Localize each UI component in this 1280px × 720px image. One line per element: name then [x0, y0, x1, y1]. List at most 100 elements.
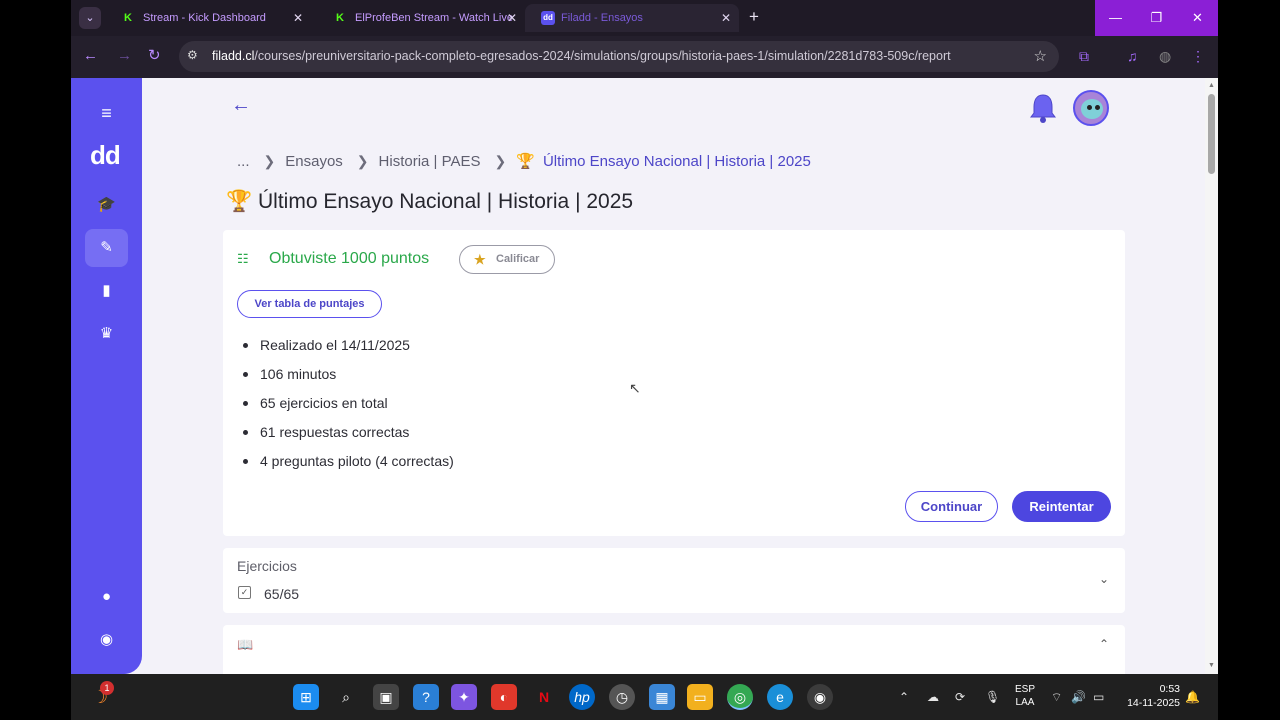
breadcrumb-item-ensayos[interactable]: Ensayos	[285, 153, 343, 170]
store-icon[interactable]: ▦	[649, 684, 675, 710]
taskbar: ☽ 1 ⊞ ⌕ ▣ ? ✦ ◐ N hp ◷ ▦ ▭ ◎ e ◉ ⌃ ☁ ⟳ 🎙…	[71, 674, 1218, 720]
hp-icon[interactable]: hp	[569, 684, 595, 710]
task-view-icon[interactable]: ▣	[373, 684, 399, 710]
address-bar[interactable]: ⚙ filadd.cl/courses/preuniversitario-pac…	[179, 41, 1059, 72]
notifications-bell-icon[interactable]: 🔔	[1185, 690, 1200, 704]
help-app-icon[interactable]: ?	[413, 684, 439, 710]
result-facts-list: Realizado el 14/11/2025 106 minutos 65 e…	[241, 336, 454, 481]
site-info-icon[interactable]: ⚙	[187, 48, 198, 62]
tab-title: Filadd - Ensayos	[561, 12, 643, 24]
browser-titlebar: ⌄ K Stream - Kick Dashboard ✕ K ElProfeB…	[71, 0, 1218, 36]
exercises-count: 65/65	[264, 586, 300, 602]
chrome-icon[interactable]: ◎	[727, 684, 753, 710]
exercises-card[interactable]: Ejercicios ✓ 65/65 ⌄	[223, 548, 1125, 613]
wifi-icon[interactable]: ⌔	[1051, 690, 1062, 705]
tab-kick-dashboard[interactable]: K Stream - Kick Dashboard ✕	[99, 4, 311, 32]
crown-icon[interactable]: ♛	[85, 315, 128, 353]
score-table-button[interactable]: Ver tabla de puntajes	[237, 290, 382, 318]
tab-elprofeben-stream[interactable]: K ElProfeBen Stream - Watch Live ✕	[311, 4, 525, 32]
tray-overflow-icon[interactable]: ⌃	[899, 690, 909, 704]
mouse-cursor-icon: ↖	[629, 380, 641, 396]
close-icon[interactable]: ✕	[721, 4, 731, 32]
chevron-right-icon: ❯	[494, 152, 507, 169]
filadd-logo: dd	[90, 140, 121, 170]
copilot-icon[interactable]: ✦	[451, 684, 477, 710]
close-icon[interactable]: ✕	[507, 4, 517, 32]
photos-app-icon[interactable]: ◐	[491, 684, 517, 710]
notification-bell-icon[interactable]	[1028, 92, 1058, 124]
clipboard-icon[interactable]: ▮	[85, 272, 128, 310]
forward-icon[interactable]: →	[117, 46, 132, 66]
media-icon[interactable]: ♫	[1127, 48, 1138, 64]
bookmark-star-icon[interactable]: ☆	[1034, 47, 1047, 65]
page-title: 🏆 Último Ensayo Nacional | Historia | 20…	[226, 190, 634, 213]
continue-button[interactable]: Continuar	[905, 491, 998, 522]
edge-icon[interactable]: e	[767, 684, 793, 710]
sync-icon[interactable]: ⟳	[955, 690, 965, 704]
scrollbar-thumb[interactable]	[1208, 94, 1215, 174]
list-item: 4 preguntas piloto (4 correctas)	[241, 452, 454, 481]
onedrive-icon[interactable]: ☁	[927, 690, 939, 704]
chevron-down-icon[interactable]: ⌄	[1099, 572, 1109, 586]
breadcrumb-ellipsis[interactable]: ...	[237, 153, 250, 170]
file-explorer-icon[interactable]: ▭	[687, 684, 713, 710]
chat-icon[interactable]: ◉	[85, 621, 128, 659]
breadcrumb-item-historia[interactable]: Historia | PAES	[379, 153, 481, 170]
checkbox-icon: ✓	[238, 586, 251, 599]
window-controls: — ❐ ✕	[1095, 0, 1218, 36]
restore-icon[interactable]: ❐	[1136, 0, 1177, 36]
tab-filadd[interactable]: dd Filadd - Ensayos ✕	[525, 4, 739, 32]
reload-icon[interactable]: ↻	[148, 46, 161, 66]
hamburger-menu-icon[interactable]: ≡	[85, 94, 128, 132]
result-card: ☷ Obtuviste 1000 puntos ★ Calificar Ver …	[223, 230, 1125, 536]
minimize-icon[interactable]: —	[1095, 0, 1136, 36]
chevron-right-icon: ❯	[356, 152, 369, 169]
back-icon[interactable]: ←	[83, 46, 98, 66]
help-icon[interactable]: ●	[85, 578, 128, 616]
close-window-icon[interactable]: ✕	[1177, 0, 1218, 36]
collapsible-card[interactable]: 📖 ⌃	[223, 625, 1125, 674]
tab-search-button[interactable]: ⌄	[79, 7, 101, 29]
microphone-icon[interactable]: 🎙	[985, 690, 1000, 704]
back-arrow-icon[interactable]: ←	[231, 94, 251, 117]
close-icon[interactable]: ✕	[293, 4, 303, 32]
browser-toolbar: ← → ↻ ⚙ filadd.cl/courses/preuniversitar…	[71, 36, 1218, 78]
scroll-up-icon[interactable]: ▲	[1208, 82, 1215, 89]
retry-button[interactable]: Reintentar	[1012, 491, 1111, 522]
list-item: Realizado el 14/11/2025	[241, 336, 454, 365]
tab-title: Stream - Kick Dashboard	[143, 12, 266, 24]
clock-app-icon[interactable]: ◷	[609, 684, 635, 710]
chevron-right-icon: ❯	[263, 152, 276, 169]
list-item: 106 minutos	[241, 365, 454, 394]
notification-badge: 1	[100, 681, 114, 695]
ensayos-pencil-icon[interactable]: ✎	[85, 229, 128, 267]
scroll-down-icon[interactable]: ▼	[1208, 662, 1215, 669]
new-tab-button[interactable]: +	[749, 7, 759, 27]
page-scrollbar[interactable]: ▲ ▼	[1205, 78, 1218, 674]
url-text: filadd.cl/courses/preuniversitario-pack-…	[212, 49, 951, 63]
battery-icon[interactable]: ▭	[1093, 690, 1104, 704]
search-icon[interactable]: ⌕	[333, 684, 359, 710]
sidebar: ≡ dd 🎓 ✎ ▮ ♛ ● ◉	[71, 78, 142, 674]
netflix-icon[interactable]: N	[531, 684, 557, 710]
exercises-label: Ejercicios	[237, 558, 297, 574]
trophy-icon: 🏆	[226, 190, 253, 213]
system-clock[interactable]: 0:53 14-11-2025	[1123, 682, 1180, 710]
chevron-up-icon[interactable]: ⌃	[1099, 637, 1109, 651]
profile-icon[interactable]: ◍	[1159, 48, 1171, 65]
language-indicator[interactable]: ESP LAA	[1015, 683, 1035, 709]
web-page: ≡ dd 🎓 ✎ ▮ ♛ ● ◉ ← ... ❯ Ensayos ❯ Histo…	[71, 78, 1205, 674]
windows-start-icon[interactable]: ⊞	[293, 684, 319, 710]
user-avatar[interactable]	[1073, 90, 1109, 126]
volume-icon[interactable]: 🔊	[1071, 690, 1086, 704]
breadcrumb-current: Último Ensayo Nacional | Historia | 2025	[542, 152, 811, 170]
list-item: 61 respuestas correctas	[241, 423, 454, 452]
list-item: 65 ejercicios en total	[241, 394, 454, 423]
extensions-icon[interactable]: ⧉	[1079, 48, 1089, 65]
courses-cap-icon[interactable]: 🎓	[85, 186, 128, 224]
filadd-icon: dd	[541, 11, 555, 25]
rate-button[interactable]: ★ Calificar	[459, 245, 555, 274]
score-text: Obtuviste 1000 puntos	[269, 250, 430, 267]
obs-icon[interactable]: ◉	[807, 684, 833, 710]
menu-icon[interactable]: ⋮	[1191, 48, 1205, 65]
